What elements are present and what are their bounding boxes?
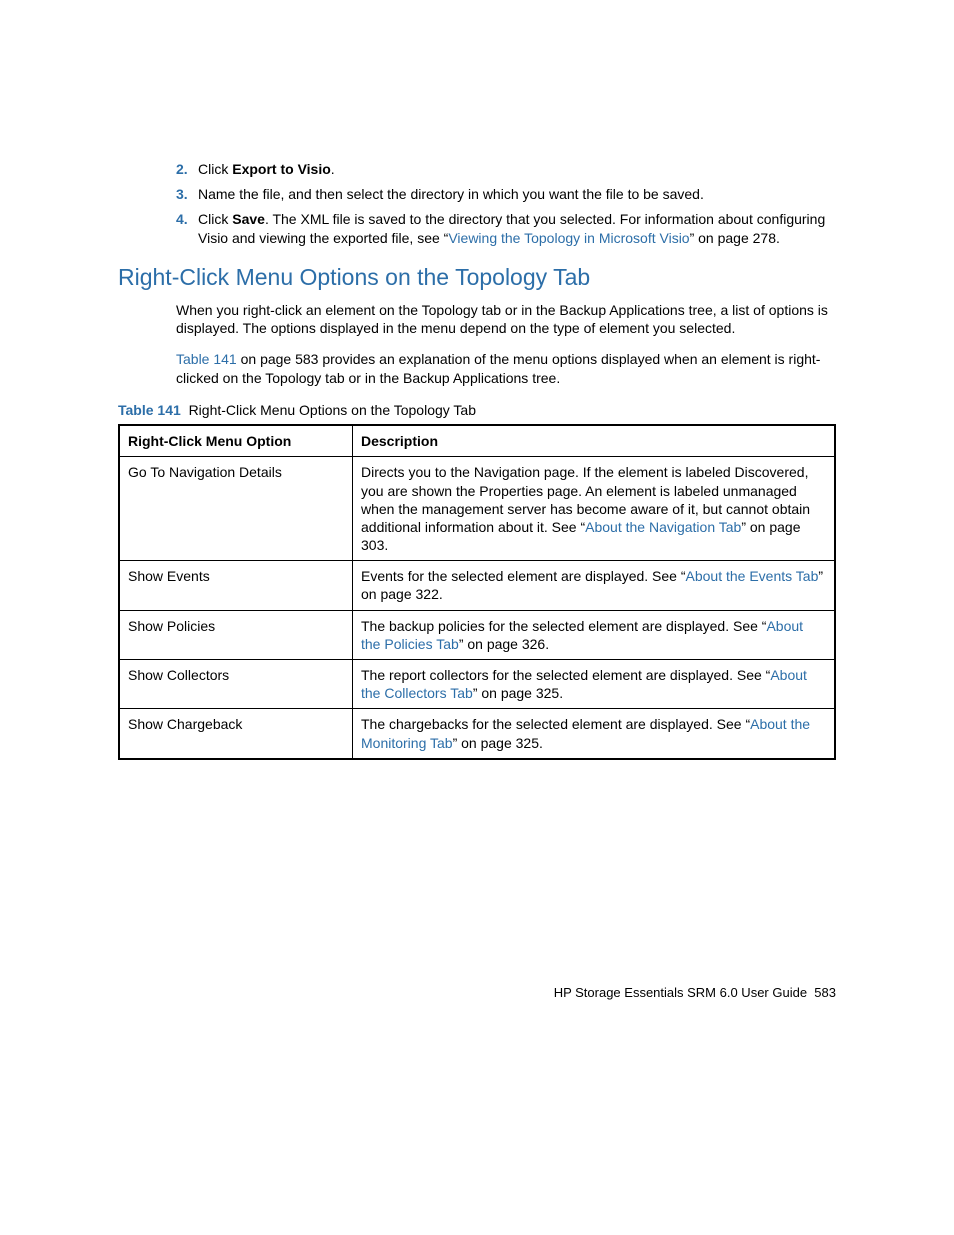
cell-description: Directs you to the Navigation page. If t… [353, 457, 836, 561]
intro-paragraph-1: When you right-click an element on the T… [176, 301, 836, 339]
col-header-description: Description [353, 425, 836, 457]
cell-option: Show Chargeback [119, 709, 353, 759]
section-heading: Right-Click Menu Options on the Topology… [118, 264, 836, 291]
cell-description: Events for the selected element are disp… [353, 561, 836, 610]
page-content: 2. Click Export to Visio. 3. Name the fi… [0, 0, 954, 1150]
cell-option: Show Collectors [119, 660, 353, 709]
col-header-option: Right-Click Menu Option [119, 425, 353, 457]
cell-description: The report collectors for the selected e… [353, 660, 836, 709]
step-number: 2. [176, 160, 188, 179]
link-about-events[interactable]: About the Events Tab [686, 568, 819, 584]
link-table-141[interactable]: Table 141 [176, 351, 237, 367]
menu-options-table: Right-Click Menu Option Description Go T… [118, 424, 836, 760]
step-text-post: . [331, 161, 335, 177]
table-caption: Table 141 Right-Click Menu Options on th… [118, 402, 836, 418]
step-2: 2. Click Export to Visio. [176, 160, 836, 179]
desc-post: ” on page 326. [459, 636, 549, 652]
cell-description: The backup policies for the selected ele… [353, 610, 836, 659]
desc-post: ” on page 325. [453, 735, 543, 751]
step-text-pre: Click [198, 161, 232, 177]
cell-option: Go To Navigation Details [119, 457, 353, 561]
link-about-navigation[interactable]: About the Navigation Tab [585, 519, 741, 535]
table-row: Go To Navigation Details Directs you to … [119, 457, 835, 561]
desc-pre: Events for the selected element are disp… [361, 568, 686, 584]
desc-post: ” on page 325. [473, 685, 563, 701]
table-row: Show Events Events for the selected elem… [119, 561, 835, 610]
cell-option: Show Events [119, 561, 353, 610]
footer-guide: HP Storage Essentials SRM 6.0 User Guide [554, 985, 807, 1000]
step-text-pre: Click [198, 211, 232, 227]
link-viewing-topology[interactable]: Viewing the Topology in Microsoft Visio [448, 230, 689, 246]
intro-paragraph-2: Table 141 on page 583 provides an explan… [176, 350, 836, 388]
step-3: 3. Name the file, and then select the di… [176, 185, 836, 204]
step-number: 4. [176, 210, 188, 229]
table-row: Show Chargeback The chargebacks for the … [119, 709, 835, 759]
page-footer: HP Storage Essentials SRM 6.0 User Guide… [554, 985, 836, 1000]
step-text-post: ” on page 278. [690, 230, 780, 246]
table-row: Show Collectors The report collectors fo… [119, 660, 835, 709]
table-row: Show Policies The backup policies for th… [119, 610, 835, 659]
cell-option: Show Policies [119, 610, 353, 659]
step-bold: Save [232, 211, 265, 227]
desc-pre: The report collectors for the selected e… [361, 667, 770, 683]
desc-pre: The backup policies for the selected ele… [361, 618, 766, 634]
ordered-steps: 2. Click Export to Visio. 3. Name the fi… [176, 160, 836, 248]
cell-description: The chargebacks for the selected element… [353, 709, 836, 759]
step-4: 4. Click Save. The XML file is saved to … [176, 210, 836, 248]
desc-pre: The chargebacks for the selected element… [361, 716, 750, 732]
footer-page-number: 583 [814, 985, 836, 1000]
intro2-rest: on page 583 provides an explanation of t… [176, 351, 820, 386]
step-bold: Export to Visio [232, 161, 331, 177]
table-title: Right-Click Menu Options on the Topology… [189, 402, 476, 418]
step-number: 3. [176, 185, 188, 204]
table-number: Table 141 [118, 402, 181, 418]
step-text: Name the file, and then select the direc… [198, 186, 704, 202]
